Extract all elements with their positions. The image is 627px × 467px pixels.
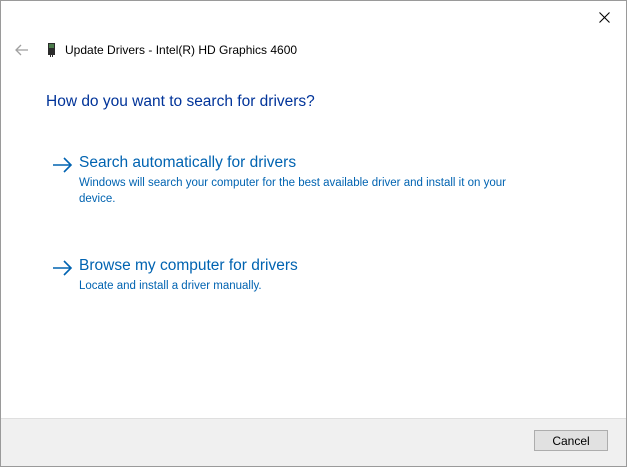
display-adapter-icon xyxy=(47,42,59,58)
back-arrow-icon xyxy=(15,44,28,56)
cancel-button[interactable]: Cancel xyxy=(534,430,608,451)
right-arrow-icon xyxy=(53,157,73,173)
back-button[interactable] xyxy=(14,42,30,58)
update-drivers-dialog: Update Drivers - Intel(R) HD Graphics 46… xyxy=(0,0,627,467)
close-icon xyxy=(598,11,610,23)
page-heading: How do you want to search for drivers? xyxy=(46,93,315,110)
window-title: Update Drivers - Intel(R) HD Graphics 46… xyxy=(65,43,298,57)
close-button[interactable] xyxy=(594,7,614,27)
browse-computer-option[interactable]: Browse my computer for drivers Locate an… xyxy=(51,256,521,294)
search-automatically-option[interactable]: Search automatically for drivers Windows… xyxy=(51,153,521,207)
option-description: Locate and install a driver manually. xyxy=(79,280,262,292)
option-title: Search automatically for drivers xyxy=(79,154,297,171)
option-description: Windows will search your computer for th… xyxy=(79,177,506,205)
right-arrow-icon xyxy=(53,260,73,276)
option-title: Browse my computer for drivers xyxy=(79,257,298,274)
dialog-footer: Cancel xyxy=(1,418,626,466)
dialog-header: Update Drivers - Intel(R) HD Graphics 46… xyxy=(14,42,297,58)
